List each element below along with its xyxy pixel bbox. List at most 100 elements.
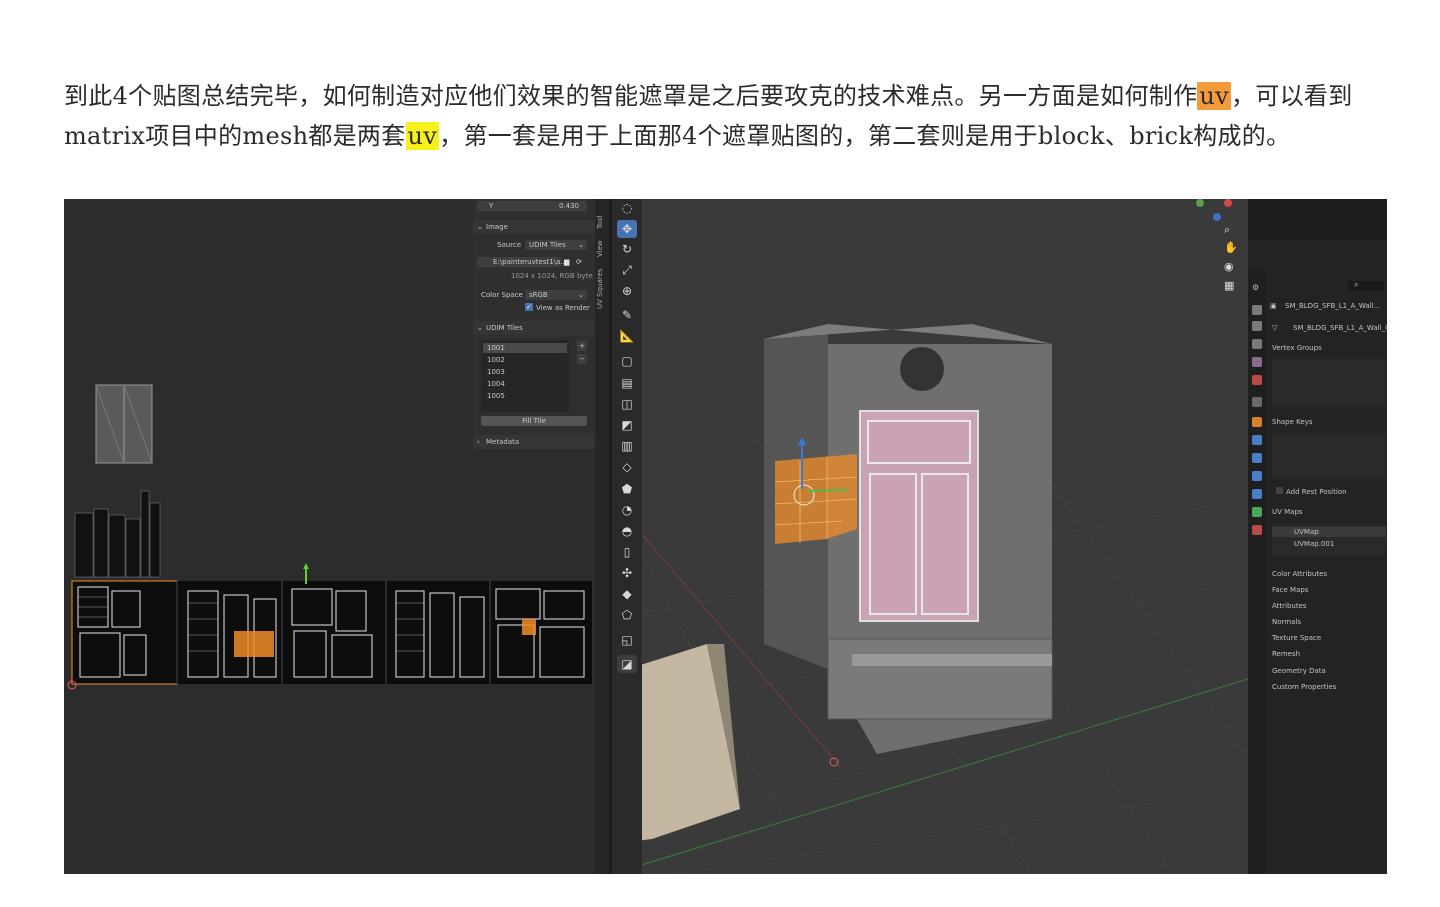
modifier-tab-icon[interactable] bbox=[1252, 435, 1262, 445]
shape-keys-list bbox=[1272, 433, 1386, 479]
shear-icon[interactable]: ◆ bbox=[617, 585, 637, 603]
world-tab-icon[interactable] bbox=[1252, 375, 1262, 385]
chevron-right-icon: › bbox=[477, 438, 480, 446]
object-icon: ▣ bbox=[1270, 302, 1277, 310]
transform-icon[interactable]: ⊕ bbox=[617, 282, 637, 300]
extrude-icon[interactable]: ▤ bbox=[617, 374, 637, 392]
spin-icon[interactable]: ◔ bbox=[617, 501, 637, 519]
scale-icon[interactable]: ⤢ bbox=[617, 261, 637, 279]
object-name: SM_BLDG_SFB_L1_A_Wall... bbox=[1285, 302, 1381, 310]
minus-icon[interactable]: − bbox=[577, 354, 587, 364]
source-value: UDIM Tiles bbox=[529, 241, 566, 249]
annotate-icon[interactable]: ✎ bbox=[617, 306, 637, 324]
grid-icon[interactable]: ▦ bbox=[1224, 279, 1234, 292]
properties-editor: ▣ ⌕ ⚙ ▣ SM_BLDG_SFB_L1_A_Wall... ▽ SM_BL… bbox=[1248, 199, 1387, 874]
uv-maps-list: UVMap UVMap.001 bbox=[1272, 525, 1386, 555]
move-icon[interactable]: ✥ bbox=[617, 220, 637, 238]
shrink-icon[interactable]: ✣ bbox=[617, 564, 637, 582]
plus-icon[interactable]: + bbox=[577, 341, 587, 351]
image-header-label: Image bbox=[486, 223, 508, 231]
remesh-header[interactable]: Remesh bbox=[1272, 649, 1300, 659]
object-tab-icon[interactable] bbox=[1252, 417, 1262, 427]
smooth-icon[interactable]: ◓ bbox=[617, 522, 637, 540]
file-path-field[interactable]: E:\painteruvtest1\a... bbox=[477, 257, 567, 267]
collection-tab-icon[interactable] bbox=[1252, 397, 1262, 407]
uv-maps-header[interactable]: UV Maps bbox=[1272, 507, 1303, 517]
source-dropdown[interactable]: UDIM Tiles ⌄ bbox=[525, 240, 587, 250]
checkbox-icon[interactable]: ✓ bbox=[525, 303, 533, 311]
udim-tiles-header[interactable]: ⌄ UDIM Tiles bbox=[473, 321, 595, 335]
constraints-tab-icon[interactable] bbox=[1252, 489, 1262, 499]
rip-icon[interactable]: ⬠ bbox=[617, 606, 637, 624]
normals-header[interactable]: Normals bbox=[1272, 617, 1301, 627]
geometry-data-header[interactable]: Geometry Data bbox=[1272, 666, 1326, 676]
list-item[interactable]: 1003 bbox=[487, 367, 505, 377]
scene-tab-icon[interactable] bbox=[1252, 357, 1262, 367]
color-attributes-header[interactable]: Color Attributes bbox=[1272, 569, 1327, 579]
add-cube-icon[interactable]: ▢ bbox=[617, 352, 637, 370]
metadata-header[interactable]: › Metadata bbox=[473, 435, 595, 449]
camera-icon[interactable]: ◉ bbox=[1224, 260, 1234, 273]
render-tab-icon[interactable] bbox=[1252, 305, 1262, 315]
inset-icon[interactable]: ◫ bbox=[617, 395, 637, 413]
attributes-header[interactable]: Attributes bbox=[1272, 601, 1307, 611]
view-as-render-label: View as Render bbox=[536, 304, 590, 312]
search-field[interactable]: ⌕ bbox=[1348, 280, 1384, 291]
chevron-down-icon: ⌄ bbox=[477, 324, 483, 332]
loop-cut-icon[interactable]: ▥ bbox=[617, 437, 637, 455]
rotate-icon[interactable]: ↻ bbox=[617, 240, 637, 258]
physics-tab-icon[interactable] bbox=[1252, 471, 1262, 481]
tab-uv-squares[interactable]: UV Squares bbox=[596, 269, 604, 309]
poly-build-icon[interactable]: ⬟ bbox=[617, 480, 637, 498]
checkbox-icon[interactable] bbox=[1276, 487, 1283, 494]
knife-icon[interactable]: ◇ bbox=[617, 458, 637, 476]
3d-viewport[interactable]: ⌕ ✋ ◉ ▦ bbox=[612, 199, 1248, 874]
reload-icon[interactable]: ⟳ bbox=[576, 257, 582, 267]
output-tab-icon[interactable] bbox=[1252, 321, 1262, 331]
cursor-icon[interactable]: ◱ bbox=[617, 631, 637, 649]
view-layer-tab-icon[interactable] bbox=[1252, 339, 1262, 349]
color-space-label: Color Space bbox=[481, 291, 523, 299]
highlight-uv-yellow: uv bbox=[405, 122, 440, 150]
viewport-scene bbox=[612, 199, 1248, 874]
tab-tool[interactable]: Tool bbox=[596, 215, 604, 229]
list-item[interactable]: 1005 bbox=[487, 391, 505, 401]
mesh-name: SM_BLDG_SFB_L1_A_Wall_04 bbox=[1293, 324, 1387, 332]
vertex-groups-list bbox=[1272, 359, 1386, 407]
uv-select-icon[interactable]: ◪ bbox=[617, 655, 637, 673]
list-item-selected[interactable]: 1001 bbox=[483, 343, 567, 353]
udim-tile-list: 1001 1002 1003 1004 1005 bbox=[481, 340, 569, 412]
list-item-selected[interactable]: UVMap bbox=[1272, 527, 1386, 537]
chevron-down-icon: ⌄ bbox=[477, 223, 483, 231]
particles-tab-icon[interactable] bbox=[1252, 453, 1262, 463]
tool-tab-icon[interactable]: ⚙ bbox=[1252, 283, 1262, 293]
bevel-icon[interactable]: ◩ bbox=[617, 416, 637, 434]
data-tab-icon[interactable] bbox=[1252, 507, 1262, 517]
color-space-dropdown[interactable]: sRGB ⌄ bbox=[525, 290, 587, 300]
shape-keys-header[interactable]: Shape Keys bbox=[1272, 417, 1312, 427]
folder-icon[interactable]: ▆ bbox=[564, 257, 569, 267]
list-item[interactable]: 1002 bbox=[487, 355, 505, 365]
file-path-value: E:\painteruvtest1\a... bbox=[493, 258, 567, 266]
texture-space-header[interactable]: Texture Space bbox=[1272, 633, 1321, 643]
metadata-label: Metadata bbox=[486, 438, 520, 446]
image-section-header[interactable]: ⌄ Image bbox=[473, 220, 595, 234]
tile-label: 1001 bbox=[487, 344, 505, 352]
tab-view[interactable]: View bbox=[596, 240, 604, 257]
hand-icon[interactable]: ✋ bbox=[1224, 241, 1238, 254]
y-field[interactable]: Y 0.430 bbox=[477, 201, 587, 211]
select-circle-icon[interactable]: ◌ bbox=[617, 199, 637, 217]
list-item[interactable]: UVMap.001 bbox=[1294, 539, 1334, 549]
custom-properties-header[interactable]: Custom Properties bbox=[1272, 682, 1336, 692]
face-maps-header[interactable]: Face Maps bbox=[1272, 585, 1308, 595]
properties-tab-bar: ⚙ bbox=[1248, 269, 1266, 874]
edge-slide-icon[interactable]: ▯ bbox=[617, 543, 637, 561]
uv-editor[interactable]: Y 0.430 ⌄ Image Source UDIM Tiles ⌄ E:\p… bbox=[64, 199, 598, 874]
udim-tiles-label: UDIM Tiles bbox=[486, 324, 523, 332]
list-item[interactable]: 1004 bbox=[487, 379, 505, 389]
material-tab-icon[interactable] bbox=[1252, 525, 1262, 535]
zoom-icon[interactable]: ⌕ bbox=[1224, 223, 1230, 237]
vertex-groups-header[interactable]: Vertex Groups bbox=[1272, 343, 1322, 353]
measure-icon[interactable]: 📐 bbox=[617, 327, 637, 345]
fill-tile-button[interactable]: Fill Tile bbox=[481, 416, 587, 426]
